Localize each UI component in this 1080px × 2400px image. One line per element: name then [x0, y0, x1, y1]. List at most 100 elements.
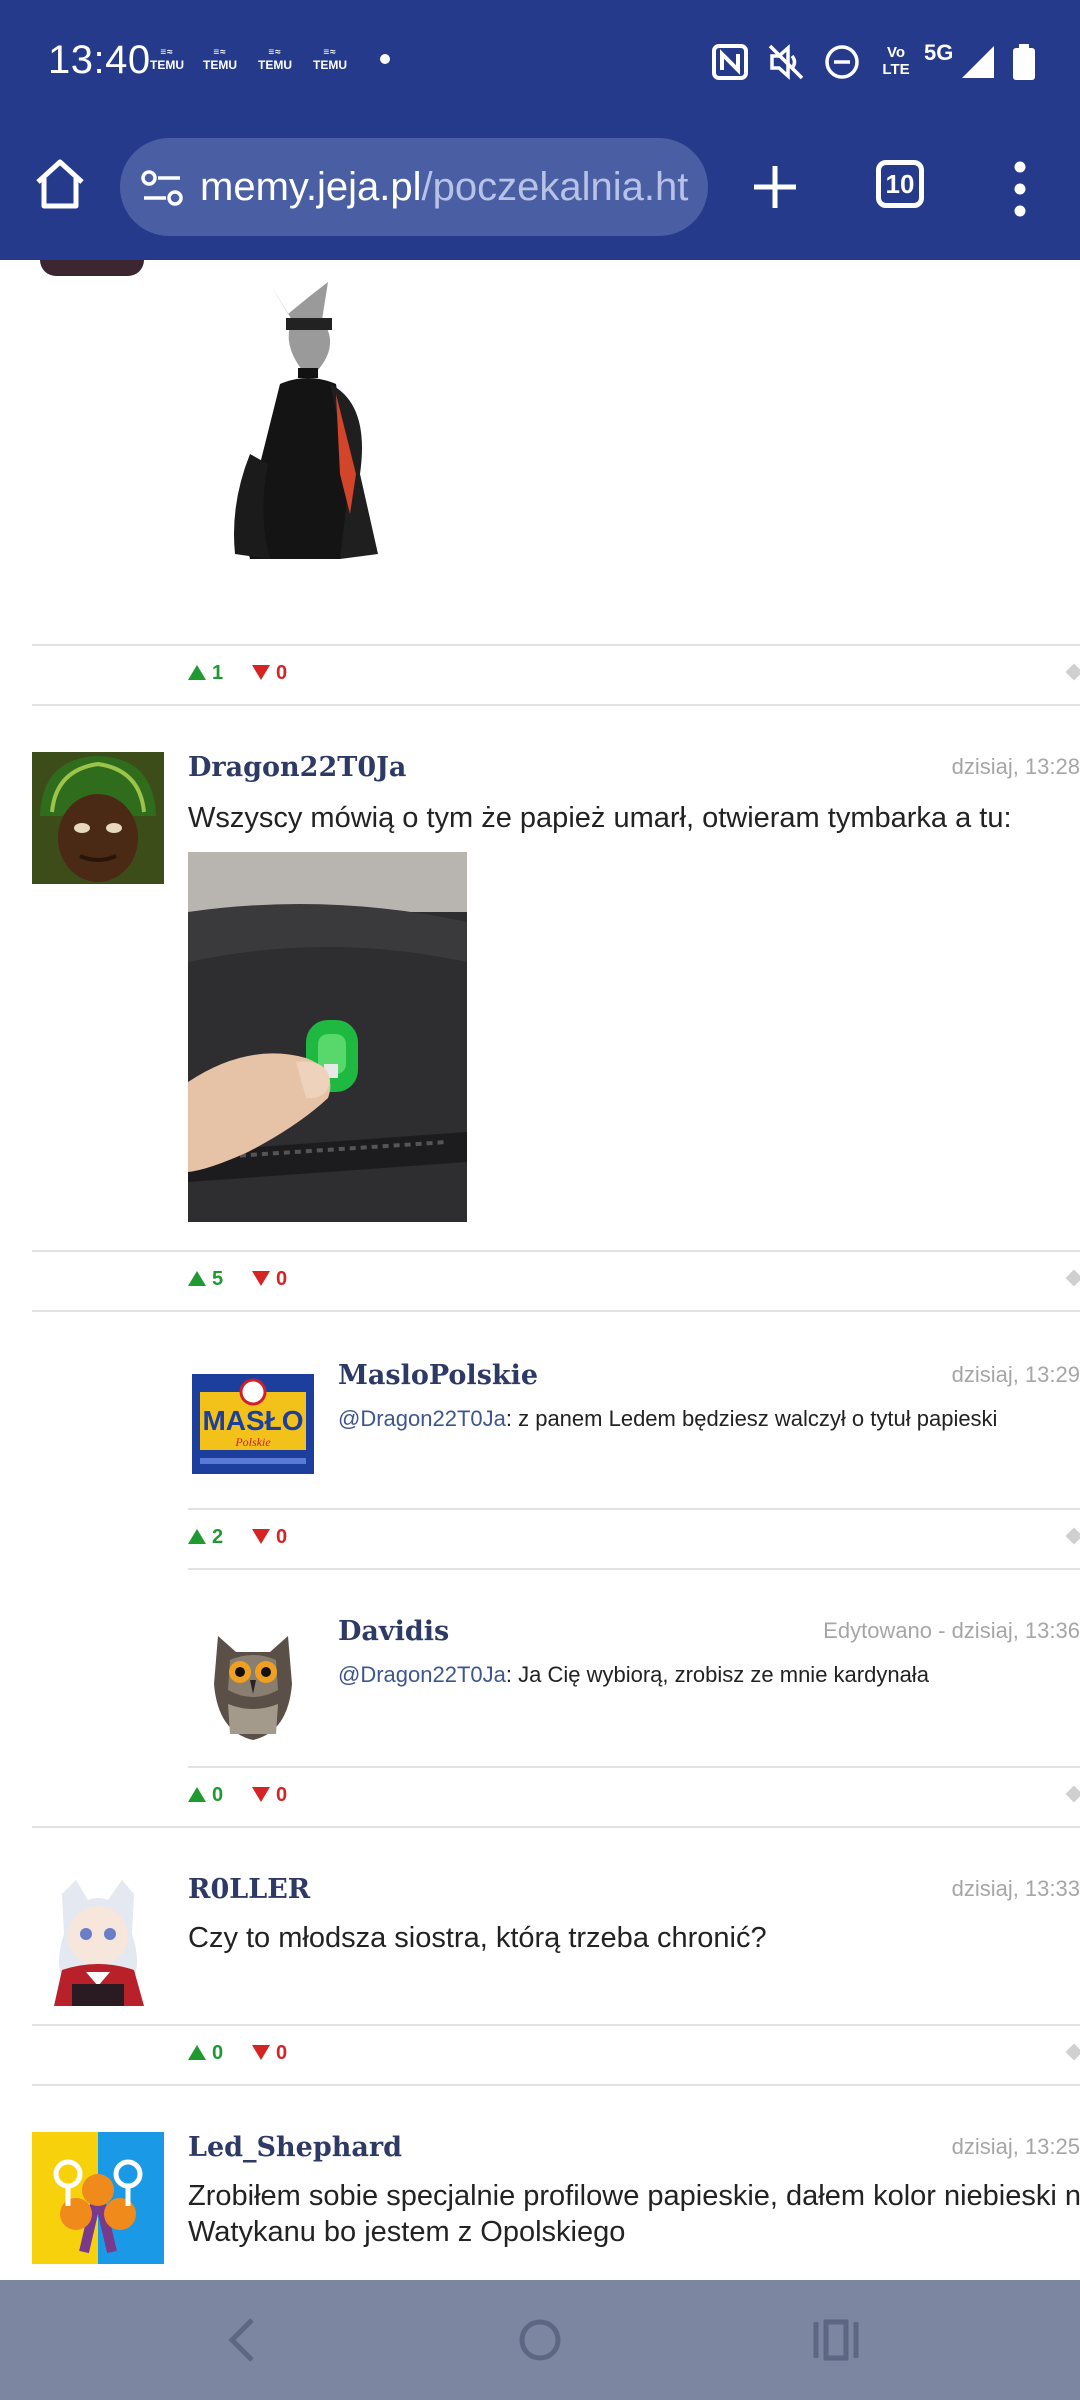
upvote-count: 1 [212, 662, 224, 684]
temu-icon: ≡≈ TEMU [313, 47, 347, 72]
recent-apps-icon[interactable] [806, 2310, 866, 2370]
upvote-icon [188, 1529, 206, 1544]
downvote-icon [252, 1787, 270, 1802]
avatar[interactable] [32, 752, 164, 884]
more-notifications-icon [380, 54, 390, 64]
home-icon[interactable] [30, 154, 90, 214]
status-time: 13:40 [48, 38, 151, 82]
comment-text: Zrobiłem sobie specjalnie profilowe papi… [188, 2180, 1080, 2212]
battery-icon [1013, 44, 1035, 80]
divider [188, 1568, 1080, 1570]
options-icon[interactable] [1065, 2043, 1080, 2061]
downvote-count: 0 [276, 662, 288, 684]
username[interactable]: Led_Shephard [188, 2132, 402, 2163]
avatar[interactable] [32, 2132, 164, 2264]
more-options-icon[interactable] [1010, 160, 1030, 218]
url-text[interactable]: memy.jeja.pl/poczekalnia.ht [200, 165, 688, 210]
upvote-count: 0 [212, 1784, 224, 1806]
upvote-button[interactable]: 0 [188, 1784, 223, 1807]
volte-icon: Vo LTE [882, 44, 910, 78]
system-nav-bar [0, 2280, 1080, 2400]
username[interactable]: Dragon22T0Ja [188, 752, 406, 783]
tab-switcher-button[interactable]: 10 [876, 160, 924, 208]
upvote-button[interactable]: 5 [188, 1268, 223, 1291]
reply-text: @Dragon22T0Ja: Ja Cię wybiorą, zrobisz z… [338, 1662, 929, 1687]
timestamp: dzisiaj, 13:29 [951, 1362, 1080, 1387]
timestamp: dzisiaj, 13:33 [951, 1876, 1080, 1901]
options-icon[interactable] [1065, 1785, 1080, 1803]
downvote-button[interactable]: 0 [252, 1784, 287, 1807]
comment-image[interactable] [210, 274, 430, 574]
status-bar: 13:40 ≡≈ TEMU ≡≈ TEMU ≡≈ TEMU ≡≈ TEMU Vo LTE… [0, 0, 1080, 126]
divider [188, 1766, 1080, 1768]
divider [32, 2024, 1080, 2026]
mute-icon [768, 44, 804, 80]
timestamp: dzisiaj, 13:28 [951, 754, 1080, 779]
comments-list: 1 0 Dragon22T0Ja dzisiaj, 13:28 Wszyscy … [0, 260, 1080, 2280]
username[interactable]: R0LLER [188, 1874, 310, 1905]
downvote-icon [252, 1529, 270, 1544]
nfc-icon [712, 44, 748, 80]
username[interactable]: MasloPolskie [338, 1360, 538, 1391]
network-type: 5G [924, 40, 954, 65]
temu-icon: ≡≈ TEMU [258, 47, 292, 72]
comment-text: Wszyscy mówią o tym że papież umarł, otw… [188, 802, 1012, 834]
temu-icon: ≡≈ TEMU [150, 47, 184, 72]
downvote-count: 0 [276, 1268, 288, 1290]
downvote-count: 0 [276, 1526, 288, 1548]
upvote-button[interactable]: 0 [188, 2042, 223, 2065]
new-tab-icon[interactable] [748, 160, 802, 214]
options-icon[interactable] [1065, 1527, 1080, 1545]
home-icon[interactable] [510, 2310, 570, 2370]
signal-icon [962, 46, 994, 78]
url-path: /poczekalnia.ht [421, 165, 689, 209]
do-not-disturb-icon [825, 45, 859, 79]
avatar[interactable] [32, 1874, 164, 2006]
upvote-icon [188, 1271, 206, 1286]
username[interactable]: Davidis [338, 1616, 449, 1647]
mention-link[interactable]: @Dragon22T0Ja [338, 1662, 506, 1687]
svg-text:Polskie: Polskie [234, 1435, 271, 1449]
upvote-count: 2 [212, 1526, 224, 1548]
back-icon[interactable] [214, 2310, 274, 2370]
timestamp: Edytowano - dzisiaj, 13:36 [823, 1618, 1080, 1643]
svg-text:MASŁO: MASŁO [202, 1405, 303, 1436]
url-domain: memy.jeja.pl [200, 165, 422, 209]
upvote-button[interactable]: 1 [188, 662, 223, 685]
divider [32, 704, 1080, 706]
downvote-icon [252, 2045, 270, 2060]
upvote-icon [188, 2045, 206, 2060]
reply-text: @Dragon22T0Ja: z panem Ledem będziesz wa… [338, 1406, 998, 1431]
upvote-count: 5 [212, 1268, 224, 1290]
upvote-icon [188, 665, 206, 680]
comment-image[interactable] [188, 852, 467, 1222]
avatar[interactable] [40, 260, 144, 276]
url-field[interactable]: memy.jeja.pl/poczekalnia.ht [120, 138, 708, 236]
timestamp: dzisiaj, 13:25 [951, 2134, 1080, 2159]
comment-text: Czy to młodsza siostra, którą trzeba chr… [188, 1922, 767, 1954]
upvote-button[interactable]: 2 [188, 1526, 223, 1549]
downvote-button[interactable]: 0 [252, 662, 287, 685]
avatar[interactable]: MASŁO Polskie [188, 1358, 318, 1488]
options-icon[interactable] [1065, 663, 1080, 681]
downvote-icon [252, 665, 270, 680]
options-icon[interactable] [1065, 1269, 1080, 1287]
divider [32, 1826, 1080, 1828]
downvote-button[interactable]: 0 [252, 2042, 287, 2065]
comment-text: Watykanu bo jestem z Opolskiego [188, 2216, 626, 2248]
site-info-icon[interactable] [140, 168, 184, 208]
upvote-icon [188, 1787, 206, 1802]
downvote-button[interactable]: 0 [252, 1526, 287, 1549]
divider [32, 1250, 1080, 1252]
mention-link[interactable]: @Dragon22T0Ja [338, 1406, 506, 1431]
downvote-count: 0 [276, 1784, 288, 1806]
downvote-button[interactable]: 0 [252, 1268, 287, 1291]
downvote-icon [252, 1271, 270, 1286]
temu-icon: ≡≈ TEMU [203, 47, 237, 72]
upvote-count: 0 [212, 2042, 224, 2064]
downvote-count: 0 [276, 2042, 288, 2064]
divider [32, 1310, 1080, 1312]
browser-toolbar: memy.jeja.pl/poczekalnia.ht 10 [0, 126, 1080, 260]
divider [32, 644, 1080, 646]
avatar[interactable] [188, 1614, 318, 1744]
